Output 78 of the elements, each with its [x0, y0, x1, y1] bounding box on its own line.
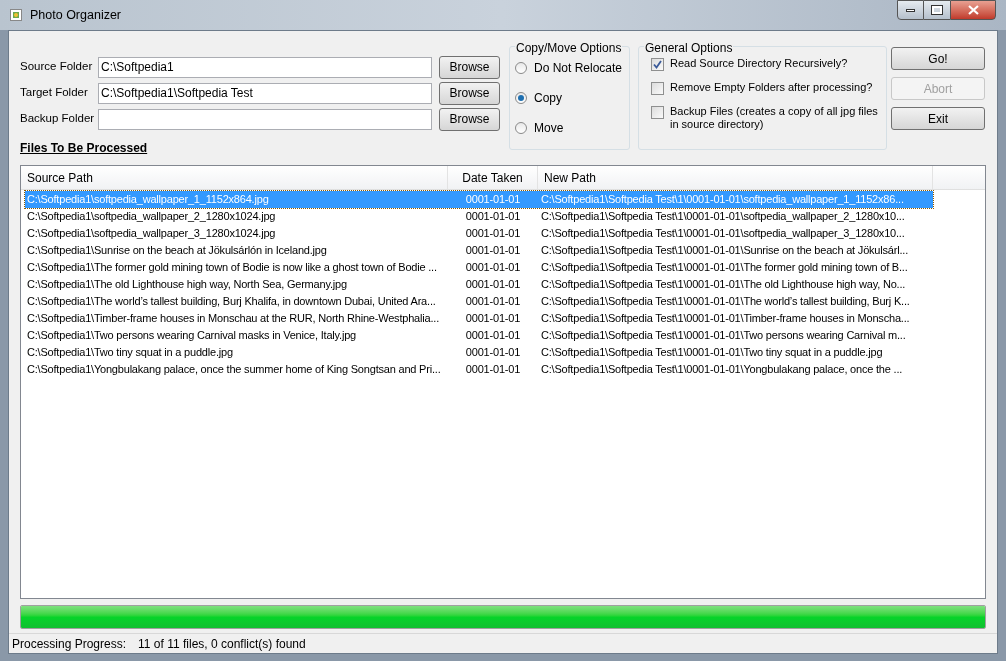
table-cell-text: C:\Softpedia1\Softpedia Test\1\0001-01-01\Two tiny squat in a puddle.jpg	[540, 345, 884, 361]
column-header[interactable]: New Path	[538, 166, 933, 189]
field-label: Source Folder	[20, 59, 94, 75]
checkbox-option[interactable]: Remove Empty Folders after processing?	[651, 81, 886, 95]
radio-button[interactable]	[515, 122, 527, 134]
table-cell-text: C:\Softpedia1\Softpedia Test\1\0001-01-01\softpedia_wallpaper_2_1280x10...	[540, 209, 906, 225]
app-icon	[10, 9, 22, 21]
radio-option[interactable]: Do Not Relocate	[515, 59, 629, 77]
table-cell-text: C:\Softpedia1\Two persons wearing Carnival masks in Venice, Italy.jpg	[26, 328, 357, 344]
action-button[interactable]: Exit	[891, 107, 985, 130]
radio-option[interactable]: Move	[515, 119, 629, 137]
table-row[interactable]: C:\Softpedia1\The world’s tallest building, Burj Khalifa, in downtown Dubai, United Ara... 0001-01-01 C:\Softpedia1\Softpedia Test\1\0001-01-01\The world’s tallest building, Burj K...	[25, 293, 933, 310]
browse-button[interactable]: Browse	[439, 107, 500, 131]
radio-option[interactable]: Copy	[515, 89, 629, 107]
table-cell-text: C:\Softpedia1\Softpedia Test\1\0001-01-01\softpedia_wallpaper_3_1280x10...	[540, 226, 906, 242]
table-cell-text: 0001-01-01	[464, 243, 522, 259]
table-cell-text: 0001-01-01	[464, 294, 522, 310]
table-cell-text: C:\Softpedia1\Softpedia Test\1\0001-01-01\The former gold mining town of B...	[540, 260, 909, 276]
table-cell-text: C:\Softpedia1\softpedia_wallpaper_3_1280x1024.jpg	[26, 226, 277, 242]
radio-button[interactable]	[515, 62, 527, 74]
table-cell-text: 0001-01-01	[464, 311, 522, 327]
table-cell-text: 0001-01-01	[464, 362, 522, 378]
table-row[interactable]: C:\Softpedia1\softpedia_wallpaper_2_1280x1024.jpg 0001-01-01 C:\Softpedia1\Softpedia Test\1\0001-01-01\softpedia_wallpaper_2_1280x10...	[25, 208, 933, 225]
table-row[interactable]: C:\Softpedia1\The former gold mining town of Bodie is now like a ghost town of Bodie ... 0001-01-01 C:\Softpedia1\Softpedia Test\1\0001-01-01\The former gold mining town of B...	[25, 259, 933, 276]
checkbox-option[interactable]: Read Source Directory Recursively?	[651, 57, 886, 71]
table-cell-text: C:\Softpedia1\softpedia_wallpaper_1_1152x864.jpg	[26, 192, 270, 208]
table-cell-text: C:\Softpedia1\Softpedia Test\1\0001-01-01\The world’s tallest building, Burj K...	[540, 294, 911, 310]
table-cell-text: C:\Softpedia1\Timber-frame houses in Monschau at the RUR, North Rhine-Westphalia...	[26, 311, 440, 327]
action-button[interactable]: Go!	[891, 47, 985, 70]
column-header[interactable]: Date Taken	[448, 166, 538, 189]
table-cell-text: C:\Softpedia1\Softpedia Test\1\0001-01-01\The old Lighthouse high way, No...	[540, 277, 907, 293]
window-title: Photo Organizer	[30, 6, 122, 24]
table-cell-text: C:\Softpedia1\Softpedia Test\1\0001-01-01\Timber-frame houses in Monscha...	[540, 311, 911, 327]
table-row[interactable]: C:\Softpedia1\Timber-frame houses in Monschau at the RUR, North Rhine-Westphalia... 0001-01-01 C:\Softpedia1\Softpedia Test\1\0001-01-01\Timber-frame houses in Monscha...	[25, 310, 933, 327]
column-header[interactable]: Source Path	[21, 166, 448, 189]
browse-button[interactable]: Browse	[439, 81, 500, 105]
table-row[interactable]: C:\Softpedia1\Two persons wearing Carnival masks in Venice, Italy.jpg 0001-01-01 C:\Softpedia1\Softpedia Test\1\0001-01-01\Two persons wearing Carnival m...	[25, 327, 933, 344]
table-row[interactable]: C:\Softpedia1\Yongbulakang palace, once the summer home of King Songtsan and Pri... 0001-01-01 C:\Softpedia1\Softpedia Test\1\0001-01-01\Yongbulakang palace, once the ...	[25, 361, 933, 378]
table-row[interactable]: C:\Softpedia1\The old Lighthouse high way, North Sea, Germany.jpg 0001-01-01 C:\Softpedia1\Softpedia Test\1\0001-01-01\The old Lighthouse high way, No...	[25, 276, 933, 293]
checkbox[interactable]	[651, 82, 664, 95]
radio-button[interactable]	[515, 92, 527, 104]
table-cell-text: 0001-01-01	[464, 277, 522, 293]
table-row[interactable]: C:\Softpedia1\softpedia_wallpaper_3_1280x1024.jpg 0001-01-01 C:\Softpedia1\Softpedia Test\1\0001-01-01\softpedia_wallpaper_3_1280x10...	[25, 225, 933, 242]
field-label: Target Folder	[20, 85, 89, 101]
table-row[interactable]: C:\Softpedia1\Sunrise on the beach at Jökulsárlón in Iceland.jpg 0001-01-01 C:\Softpedia1\Softpedia Test\1\0001-01-01\Sunrise on the beach at Jökulsárl...	[25, 242, 933, 259]
table-cell-text: 0001-01-01	[464, 192, 522, 208]
table-cell-text: 0001-01-01	[464, 328, 522, 344]
table-cell-text: C:\Softpedia1\Softpedia Test\1\0001-01-01\Two persons wearing Carnival m...	[540, 328, 907, 344]
table-cell-text: C:\Softpedia1\Yongbulakang palace, once the summer home of King Songtsan and Pri...	[26, 362, 442, 378]
table-cell-text: C:\Softpedia1\Two tiny squat in a puddle.jpg	[26, 345, 234, 361]
table-cell-text: C:\Softpedia1\Softpedia Test\1\0001-01-01\Yongbulakang palace, once the ...	[540, 362, 904, 378]
table-cell-text: 0001-01-01	[464, 209, 522, 225]
table-cell-text: C:\Softpedia1\The world’s tallest building, Burj Khalifa, in downtown Dubai, United Ara...	[26, 294, 437, 310]
table-cell-text: C:\Softpedia1\Sunrise on the beach at Jökulsárlón in Iceland.jpg	[26, 243, 328, 259]
table-cell-text: C:\Softpedia1\Softpedia Test\1\0001-01-01\Sunrise on the beach at Jökulsárl...	[540, 243, 909, 259]
folder-field[interactable]	[98, 108, 432, 130]
checkbox-option[interactable]: Backup Files (creates a copy of all jpg files in source directory)	[651, 105, 886, 131]
table-cell-text: 0001-01-01	[464, 260, 522, 276]
table-cell-text: C:\Softpedia1\softpedia_wallpaper_2_1280x1024.jpg	[26, 209, 277, 225]
folder-field[interactable]: C:\Softpedia1\Softpedia Test	[98, 82, 432, 104]
table-row[interactable]: C:\Softpedia1\Two tiny squat in a puddle.jpg 0001-01-01 C:\Softpedia1\Softpedia Test\1\0001-01-01\Two tiny squat in a puddle.jpg	[25, 344, 933, 361]
section-heading: Files To Be Processed	[20, 140, 148, 157]
minimize-button[interactable]	[897, 0, 924, 20]
maximize-button[interactable]	[924, 0, 950, 20]
status-label: Processing Progress:	[12, 635, 127, 653]
table-cell-text: 0001-01-01	[464, 345, 522, 361]
checkbox[interactable]	[651, 58, 664, 71]
field-label: Backup Folder	[20, 111, 96, 127]
checkbox[interactable]	[651, 106, 664, 119]
close-button[interactable]	[950, 0, 996, 20]
table-cell-text: C:\Softpedia1\The former gold mining town of Bodie is now like a ghost town of Bodie ...	[26, 260, 438, 276]
browse-button[interactable]: Browse	[439, 55, 500, 79]
status-text: 11 of 11 files, 0 conflict(s) found	[138, 635, 306, 653]
table-cell-text: C:\Softpedia1\The old Lighthouse high way, North Sea, Germany.jpg	[26, 277, 348, 293]
table-cell-text: 0001-01-01	[464, 226, 522, 242]
folder-field[interactable]: C:\Softpedia1	[98, 56, 432, 78]
table-cell-text: C:\Softpedia1\Softpedia Test\1\0001-01-01\softpedia_wallpaper_1_1152x86...	[540, 192, 905, 208]
close-icon	[967, 5, 979, 15]
